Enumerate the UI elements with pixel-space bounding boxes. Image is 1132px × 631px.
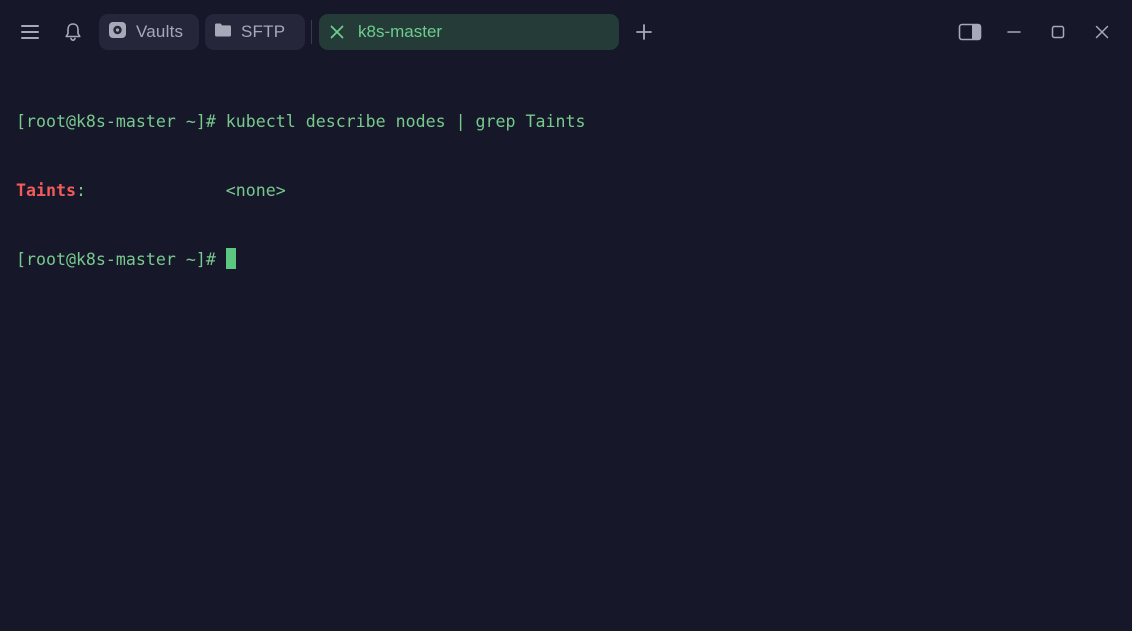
- terminal-line-command: [root@k8s-master ~]# kubectl describe no…: [16, 110, 1116, 133]
- close-icon[interactable]: [329, 24, 345, 40]
- close-window-icon[interactable]: [1087, 17, 1117, 47]
- vaults-label: Vaults: [136, 22, 184, 41]
- output-key: Taints: [16, 181, 76, 200]
- plus-icon[interactable]: [629, 17, 659, 47]
- shell-prompt: [root@k8s-master ~]#: [16, 112, 226, 131]
- vault-icon: [108, 21, 127, 44]
- terminal-line-prompt: [root@k8s-master ~]#: [16, 248, 1116, 271]
- sidebar-panel-icon[interactable]: [955, 17, 985, 47]
- maximize-icon[interactable]: [1043, 17, 1073, 47]
- sftp-label: SFTP: [241, 22, 286, 41]
- shell-command: kubectl describe nodes | grep Taints: [225, 112, 586, 131]
- shell-prompt: [root@k8s-master ~]#: [16, 250, 226, 269]
- vaults-button[interactable]: Vaults: [99, 14, 199, 50]
- hamburger-menu-icon[interactable]: [15, 17, 45, 47]
- terminal-cursor: [225, 248, 236, 269]
- tab-k8s-master[interactable]: k8s-master: [319, 14, 619, 50]
- bell-icon[interactable]: [58, 17, 88, 47]
- tab-label: k8s-master: [358, 22, 443, 41]
- minimize-icon[interactable]: [999, 17, 1029, 47]
- folder-icon: [214, 22, 232, 43]
- sftp-button[interactable]: SFTP: [205, 14, 305, 50]
- terminal-line-output: Taints: <none>: [16, 179, 1116, 202]
- output-value: : <none>: [75, 181, 286, 200]
- title-bar: Vaults SFTP k8s-master: [0, 0, 1132, 64]
- terminal-output[interactable]: [root@k8s-master ~]# kubectl describe no…: [16, 64, 1116, 624]
- tab-separator: [311, 20, 312, 44]
